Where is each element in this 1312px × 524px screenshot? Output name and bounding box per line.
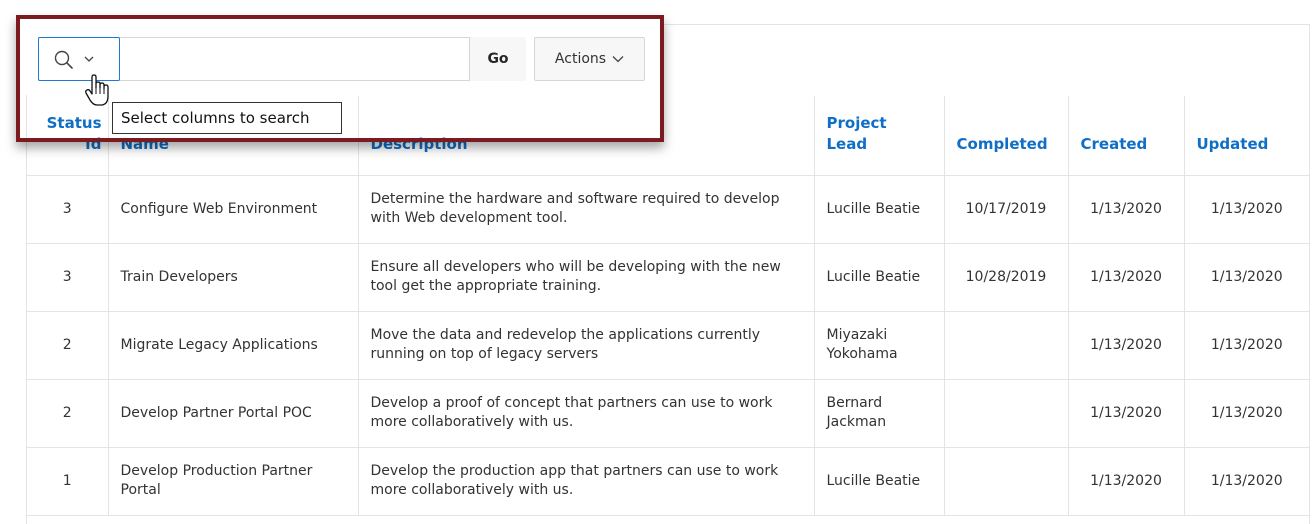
cell-updated: 1/13/2020 [1183,175,1309,244]
cell-project-lead: Lucille Beatie [813,447,944,516]
hand-pointer-icon [85,74,109,106]
report-table: Status Id Name Description Project Lead … [27,96,1309,516]
cell-created: 1/13/2020 [1067,175,1184,244]
table-row: 2 Migrate Legacy Applications Move the d… [27,311,1309,380]
cell-project-lead: Bernard Jackman [813,379,944,448]
cell-name: Train Developers [107,243,358,312]
table-row: 1 Develop Production Partner Portal Deve… [27,447,1309,516]
cell-project-lead: Miyazaki Yokohama [813,311,944,380]
cell-created: 1/13/2020 [1067,311,1184,380]
column-header-created[interactable]: Created [1067,96,1184,176]
column-header-project-lead[interactable]: Project Lead [813,96,944,176]
cell-completed: 10/28/2019 [943,243,1068,312]
cell-updated: 1/13/2020 [1183,311,1309,380]
cell-updated: 1/13/2020 [1183,379,1309,448]
cell-name: Configure Web Environment [107,175,358,244]
cell-description: Move the data and redevelop the applicat… [357,311,814,380]
cell-created: 1/13/2020 [1067,243,1184,312]
cell-project-lead: Lucille Beatie [813,175,944,244]
cell-name: Develop Partner Portal POC [107,379,358,448]
cell-description: Ensure all developers who will be develo… [357,243,814,312]
cell-status-id: 2 [27,379,108,448]
cell-name: Migrate Legacy Applications [107,311,358,380]
cell-completed [943,311,1068,380]
cell-description: Develop a proof of concept that partners… [357,379,814,448]
cell-status-id: 1 [27,447,108,516]
cell-status-id: 3 [27,243,108,312]
cell-completed [943,379,1068,448]
tooltip: Select columns to search [112,102,342,134]
cell-description: Determine the hardware and software requ… [357,175,814,244]
table-row: 3 Train Developers Ensure all developers… [27,243,1309,312]
cell-status-id: 2 [27,311,108,380]
cell-description: Develop the production app that partners… [357,447,814,516]
cell-completed [943,447,1068,516]
table-row: 2 Develop Partner Portal POC Develop a p… [27,379,1309,448]
cell-updated: 1/13/2020 [1183,243,1309,312]
column-header-updated[interactable]: Updated [1183,96,1309,176]
table-row: 3 Configure Web Environment Determine th… [27,175,1309,244]
cell-created: 1/13/2020 [1067,447,1184,516]
cell-completed: 10/17/2019 [943,175,1068,244]
column-header-completed[interactable]: Completed [943,96,1068,176]
cell-name: Develop Production Partner Portal [107,447,358,516]
cell-status-id: 3 [27,175,108,244]
cell-project-lead: Lucille Beatie [813,243,944,312]
cell-updated: 1/13/2020 [1183,447,1309,516]
cell-created: 1/13/2020 [1067,379,1184,448]
